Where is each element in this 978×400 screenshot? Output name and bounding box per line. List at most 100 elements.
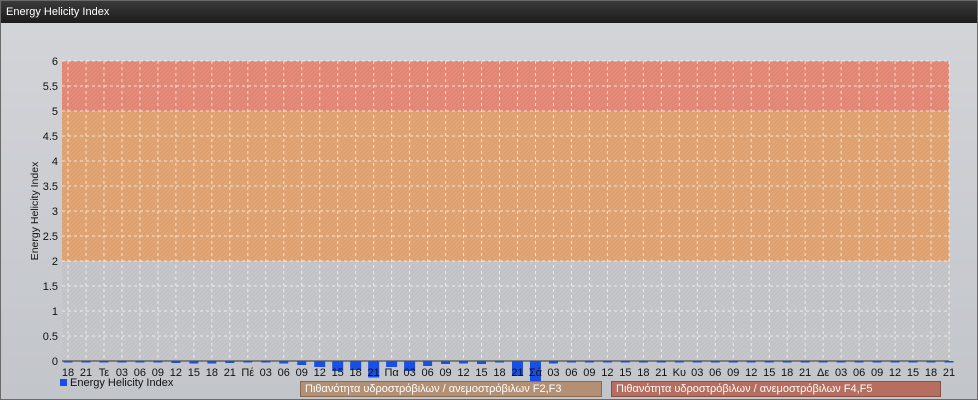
x-tick-label: 21 [511, 367, 523, 379]
x-tick-label: 09 [871, 367, 883, 379]
bar [674, 361, 684, 363]
x-tick-label: 09 [583, 367, 595, 379]
bar [566, 361, 576, 363]
y-tick-label: 2 [52, 256, 58, 268]
bar [225, 361, 235, 363]
y-tick-label: 3 [52, 206, 58, 218]
bar [872, 361, 882, 363]
bar [890, 361, 900, 363]
bar [117, 361, 127, 363]
y-axis-ticks: 0 0.5 1 1.5 2 2.5 3 3.5 4 4.5 5 5.5 6 [43, 56, 58, 368]
x-tick-label: 15 [475, 367, 487, 379]
y-tick-label: 5.5 [43, 81, 58, 93]
bar [477, 361, 487, 364]
bar [728, 361, 738, 363]
bar [459, 361, 469, 364]
x-tick-label: 06 [278, 367, 290, 379]
x-tick-label: 18 [637, 367, 649, 379]
x-tick-label: 15 [619, 367, 631, 379]
x-tick-label: 09 [296, 367, 308, 379]
bar [63, 361, 73, 363]
x-tick-label: 03 [691, 367, 703, 379]
bar [692, 361, 702, 363]
bar [944, 361, 954, 363]
x-tick-label: 03 [260, 367, 272, 379]
x-tick-label: Πέ [241, 367, 254, 379]
bar [423, 361, 433, 366]
y-tick-label: 0 [52, 356, 58, 368]
x-tick-label: 15 [907, 367, 919, 379]
band-f2f3-label: Πιθανότητα υδροστρόβιλων / ανεμοστρόβιλω… [300, 381, 602, 397]
bar [189, 361, 199, 364]
x-tick-label: 21 [368, 367, 380, 379]
bar [81, 361, 91, 363]
bar [656, 361, 666, 363]
y-tick-label: 3.5 [43, 181, 58, 193]
x-tick-label: 18 [493, 367, 505, 379]
bar [495, 361, 505, 363]
x-tick-label: 06 [565, 367, 577, 379]
x-tick-label: 09 [727, 367, 739, 379]
bar [746, 361, 756, 363]
x-tick-label: 06 [421, 367, 433, 379]
bar [800, 361, 810, 363]
bar [279, 361, 289, 364]
x-tick-label: Πα [384, 367, 399, 379]
bar [818, 361, 828, 363]
y-tick-label: 5 [52, 106, 58, 118]
x-tick-label: 21 [224, 367, 236, 379]
window-title: Energy Helicity Index [1, 1, 977, 23]
bar [441, 361, 451, 364]
x-tick-label: 18 [206, 367, 218, 379]
x-tick-label: Σά [529, 367, 543, 379]
bar [243, 361, 253, 363]
bar [261, 361, 271, 363]
x-tick-label: 09 [439, 367, 451, 379]
y-tick-label: 1 [52, 306, 58, 318]
bar [782, 361, 792, 363]
x-tick-label: 15 [188, 367, 200, 379]
bar [854, 361, 864, 363]
x-tick-label: 12 [889, 367, 901, 379]
x-tick-label: 21 [943, 367, 955, 379]
x-tick-label: 18 [925, 367, 937, 379]
bar [602, 361, 612, 363]
bar [710, 361, 720, 363]
y-tick-label: 4 [52, 156, 58, 168]
x-tick-label: 12 [457, 367, 469, 379]
x-tick-label: 03 [403, 367, 415, 379]
bar [135, 361, 145, 363]
band-f4f5-label: Πιθανότητα υδροστρόβιλων / ανεμοστρόβιλω… [611, 381, 941, 397]
legend-label: Energy Helicity Index [70, 377, 174, 389]
bar [764, 361, 774, 363]
bar [548, 361, 558, 364]
x-tick-label: 06 [853, 367, 865, 379]
x-tick-label: 12 [601, 367, 613, 379]
legend: Energy Helicity Index [60, 376, 173, 390]
x-tick-label: 06 [709, 367, 721, 379]
y-tick-label: 0.5 [43, 331, 58, 343]
bar [638, 361, 648, 363]
chart-window: Energy Helicity Index 0 0.5 1 1.5 2 2.5 3 3.5 4 4… [0, 0, 978, 400]
x-tick-label: 12 [745, 367, 757, 379]
x-tick-label: 21 [799, 367, 811, 379]
y-axis-label: Energy Helicity Index [29, 161, 41, 260]
x-tick-label: 21 [655, 367, 667, 379]
x-tick-label: 15 [763, 367, 775, 379]
x-tick-label: 15 [332, 367, 344, 379]
bar [908, 361, 918, 363]
bar [584, 361, 594, 363]
y-tick-label: 1.5 [43, 281, 58, 293]
legend-swatch-icon [60, 379, 67, 386]
bar [836, 361, 846, 363]
ehi-chart: 00.511.522.533.544.555.56 18 21 Τε 03 06 09 12… [29, 56, 955, 391]
x-tick-label: Δε [817, 367, 829, 379]
x-tick-label: 03 [547, 367, 559, 379]
x-tick-label: 18 [781, 367, 793, 379]
bar [620, 361, 630, 363]
bar [297, 361, 307, 365]
y-tick-label: 4.5 [43, 131, 58, 143]
bar [153, 361, 163, 363]
x-tick-label: 12 [314, 367, 326, 379]
x-tick-label: 18 [350, 367, 362, 379]
